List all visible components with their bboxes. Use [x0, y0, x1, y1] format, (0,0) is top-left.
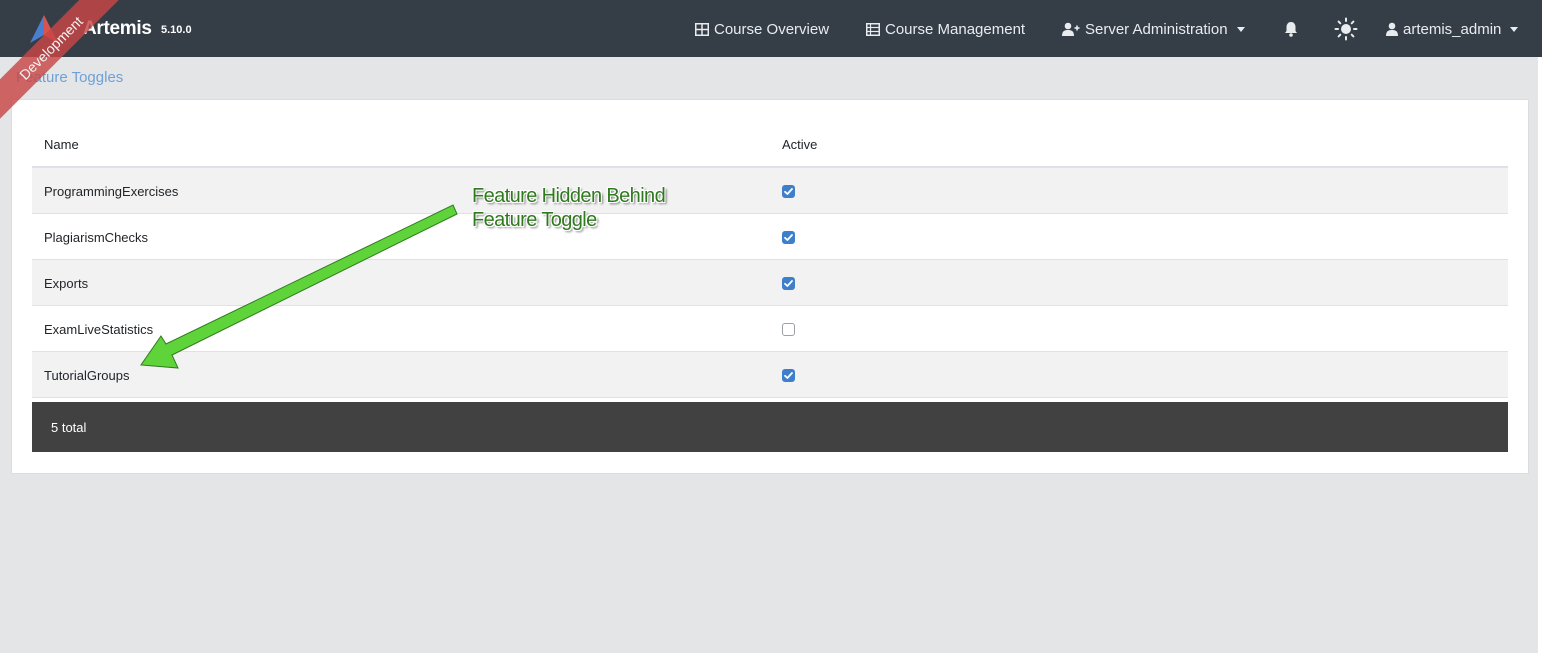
annotation-line-2: Feature Toggle: [472, 209, 597, 231]
annotation-callout: Feature Hidden Behind Feature Toggle: [472, 184, 666, 232]
annotation-arrow-icon: [140, 204, 458, 369]
annotation-line-1: Feature Hidden Behind: [472, 185, 666, 207]
